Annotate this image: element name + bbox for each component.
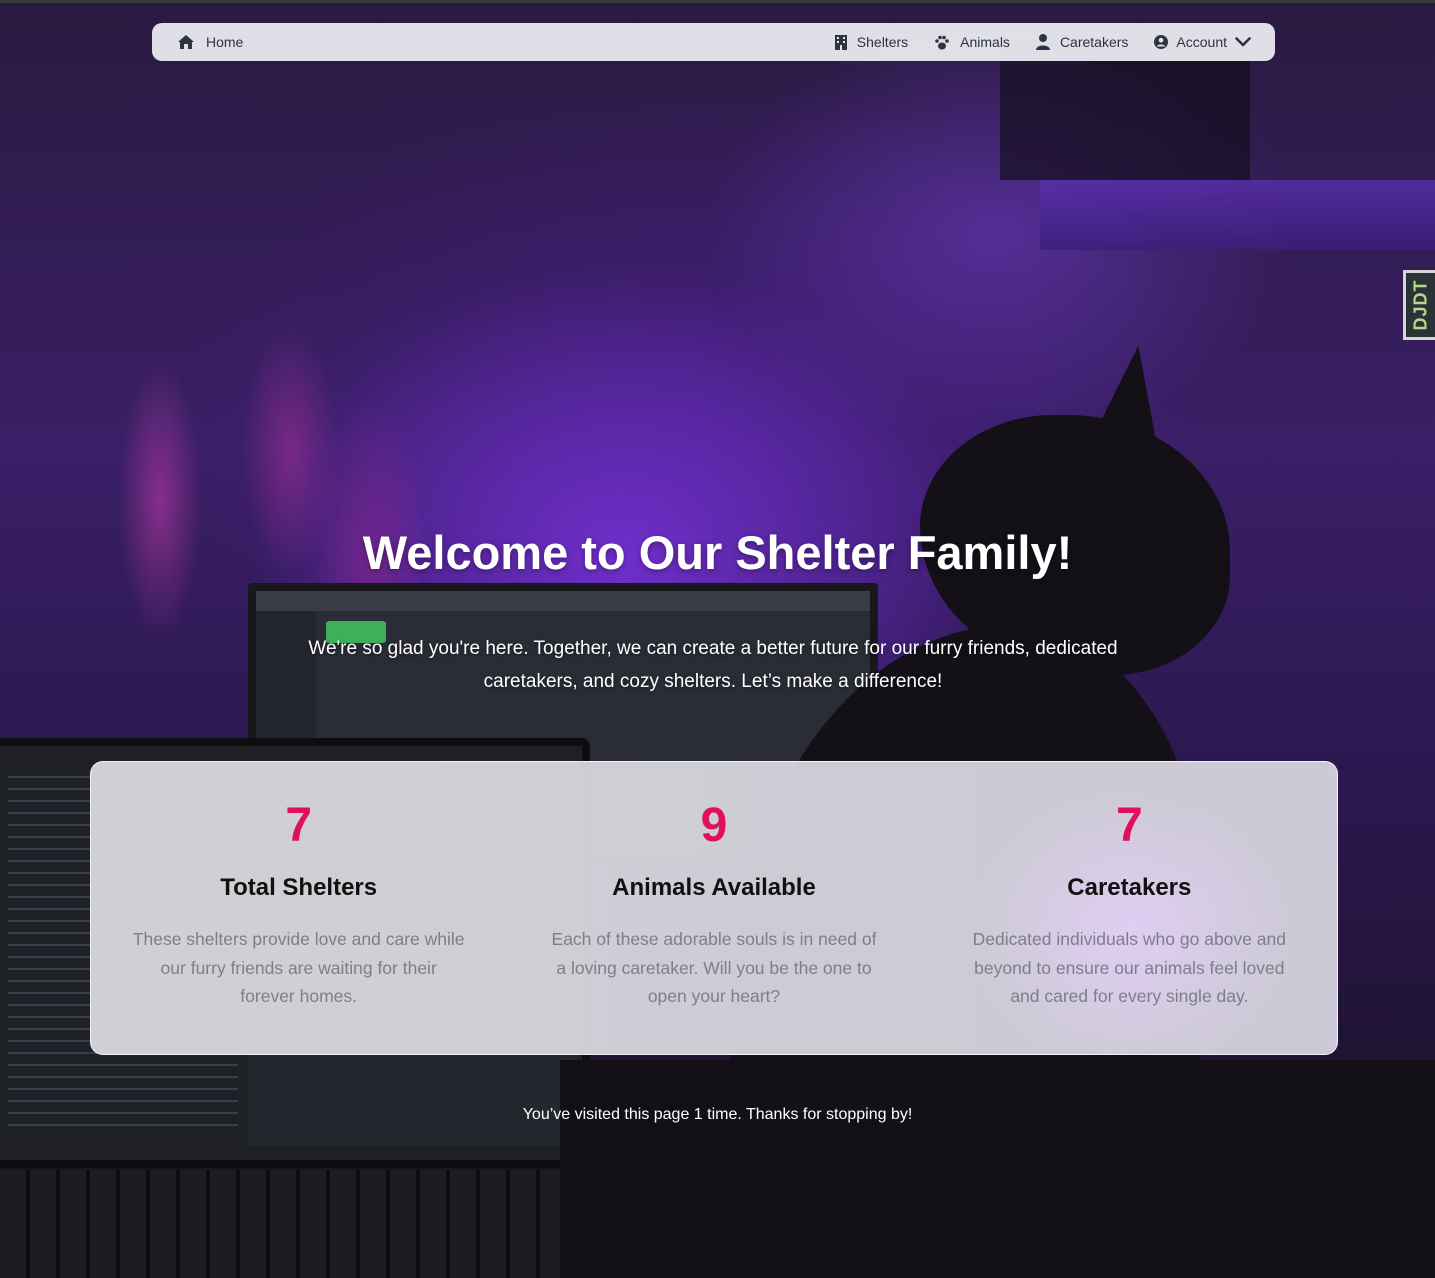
nav-account-label: Account <box>1176 34 1227 50</box>
nav-caretakers-link[interactable]: Caretakers <box>1035 34 1129 50</box>
wall-shelf <box>1040 180 1435 250</box>
hero-title: Welcome to Our Shelter Family! <box>362 526 1073 579</box>
top-border <box>0 0 1435 3</box>
user-circle-icon <box>1154 35 1169 49</box>
user-icon <box>1035 34 1050 50</box>
stat-description: Each of these adorable souls is in need … <box>551 929 877 1006</box>
stat-animals-available: 9 Animals Available Each of these adorab… <box>506 800 921 1054</box>
stat-label: Animals Available <box>612 874 816 901</box>
nav-shelters-link[interactable]: Shelters <box>834 34 909 50</box>
nav-animals-label: Animals <box>960 34 1010 50</box>
stat-value: 9 <box>700 799 728 852</box>
debug-toolbar-handle[interactable]: DJDT <box>1403 270 1435 340</box>
nav-home-label: Home <box>206 34 244 50</box>
nav-account-dropdown[interactable]: Account <box>1154 34 1251 50</box>
nav-right-group: Shelters Animals Caretakers Account <box>834 34 1251 50</box>
chevron-down-icon <box>1235 37 1251 47</box>
hero-subtitle: We're so glad you're here. Together, we … <box>308 638 1118 692</box>
laptop-keyboard <box>0 1170 600 1278</box>
nav-shelters-label: Shelters <box>856 34 909 50</box>
debug-toolbar-label: DJDT <box>1410 279 1430 331</box>
stats-panel: 7 Total Shelters These shelters provide … <box>90 761 1338 1055</box>
stat-total-shelters: 7 Total Shelters These shelters provide … <box>91 800 506 1054</box>
stat-description: Dedicated individuals who go above and b… <box>972 929 1286 1006</box>
stat-caretakers: 7 Caretakers Dedicated individuals who g… <box>922 800 1337 1054</box>
stat-label: Caretakers <box>1067 874 1192 901</box>
navbar: Home Shelters Animals Caretakers Account <box>152 23 1275 61</box>
nav-animals-link[interactable]: Animals <box>934 34 1010 50</box>
building-icon <box>834 34 847 50</box>
nav-caretakers-label: Caretakers <box>1059 34 1129 50</box>
stat-description: These shelters provide love and care whi… <box>132 929 465 1006</box>
stat-value: 7 <box>285 799 313 852</box>
nav-home-link[interactable]: Home <box>178 34 243 50</box>
home-icon <box>178 35 194 49</box>
stat-label: Total Shelters <box>220 874 378 901</box>
visit-counter-message: You’ve visited this page 1 time. Thanks … <box>522 1106 913 1123</box>
paw-icon <box>934 35 950 50</box>
wall-frame <box>1000 40 1250 180</box>
stat-value: 7 <box>1115 799 1143 852</box>
